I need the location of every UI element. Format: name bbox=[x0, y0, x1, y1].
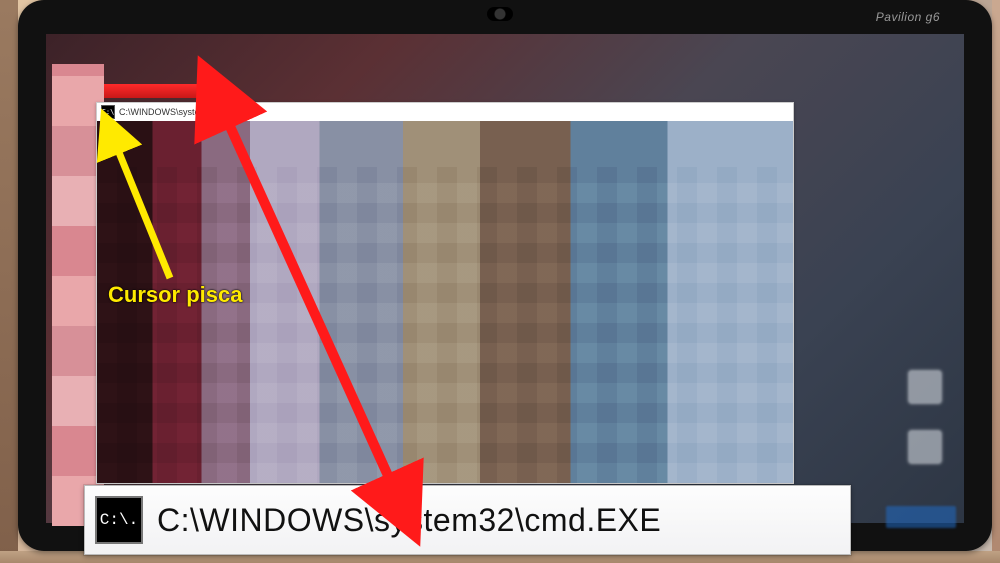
taskbar-clock-area bbox=[886, 506, 956, 528]
cmd-window-title: C:\WINDOWS\system32\cmd.EXE bbox=[119, 107, 257, 117]
cmd-icon: C:\ bbox=[101, 105, 115, 119]
annotation-cursor-label: Cursor pisca bbox=[108, 282, 243, 308]
photo-stage: Pavilion g6 C:\ C:\WINDOWS\system32\cmd.… bbox=[0, 0, 1000, 563]
cmd-icon: C:\. bbox=[95, 496, 143, 544]
desktop-shortcut-icon bbox=[908, 370, 942, 404]
room-edge-right bbox=[992, 0, 1000, 563]
zoom-titlebar-callout: C:\. C:\WINDOWS\system32\cmd.EXE bbox=[84, 485, 851, 555]
pixelation-overlay-top-red bbox=[104, 84, 222, 98]
zoom-titlebar-text: C:\WINDOWS\system32\cmd.EXE bbox=[157, 502, 661, 539]
laptop-brand-label: Pavilion g6 bbox=[876, 10, 940, 24]
desktop-shortcut-icon bbox=[908, 430, 942, 464]
room-edge-left bbox=[0, 0, 18, 563]
pixelation-overlay bbox=[97, 167, 793, 483]
cmd-titlebar[interactable]: C:\ C:\WINDOWS\system32\cmd.EXE bbox=[97, 103, 793, 122]
webcam-icon bbox=[487, 7, 513, 21]
